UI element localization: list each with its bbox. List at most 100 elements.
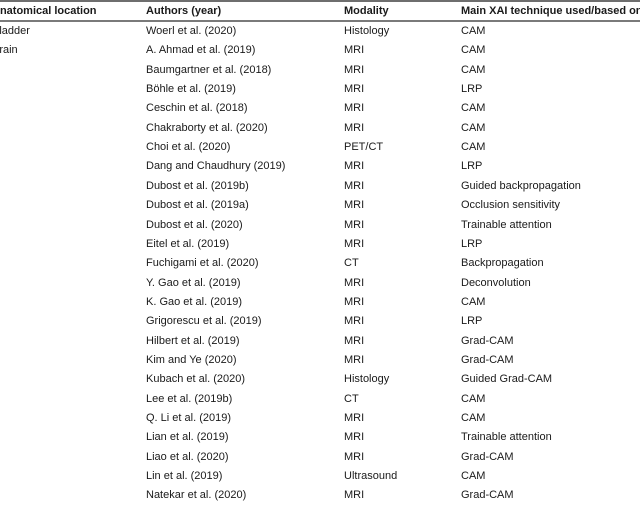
- cell-anatomical-location: Brain: [0, 44, 18, 57]
- cell-authors-year: Chakraborty et al. (2020): [146, 121, 268, 134]
- table-row: Kubach et al. (2020) Histology Guided Grad…: [0, 370, 640, 389]
- cell-authors-year: Ceschin et al. (2018): [146, 102, 248, 115]
- cell-xai-technique: Trainable attention: [461, 431, 552, 444]
- cell-authors-year: K. Gao et al. (2019): [146, 295, 242, 308]
- cell-xai-technique: CAM: [461, 25, 486, 37]
- header-anatomical-location: Anatomical location: [0, 5, 97, 17]
- cell-modality: MRI: [344, 218, 365, 231]
- table-row: K. Gao et al. (2019) MRI CAM: [0, 293, 640, 312]
- table-row: Choi et al. (2020) PET/CT CAM: [0, 138, 640, 157]
- cell-authors-year: Fuchigami et al. (2020): [146, 257, 259, 270]
- cell-authors-year: Baumgartner et al. (2018): [146, 63, 272, 76]
- cell-modality: MRI: [344, 179, 365, 192]
- cell-modality: Histology: [344, 25, 390, 37]
- cell-authors-year: Natekar et al. (2020): [146, 489, 247, 502]
- cell-authors-year: Böhle et al. (2019): [146, 83, 236, 96]
- table-row: Chakraborty et al. (2020) MRI CAM: [0, 119, 640, 138]
- header-modality: Modality: [344, 5, 389, 17]
- cell-xai-technique: Deconvolution: [461, 276, 531, 289]
- cell-authors-year: Y. Gao et al. (2019): [146, 276, 241, 289]
- cell-modality: Ultrasound: [344, 470, 398, 483]
- table-row: Y. Gao et al. (2019) MRI Deconvolution: [0, 274, 640, 293]
- table-row: Bladder Woerl et al. (2020) Histology CAM: [0, 22, 640, 41]
- cell-modality: MRI: [344, 353, 365, 366]
- cell-xai-technique: LRP: [461, 83, 483, 96]
- cell-authors-year: Woerl et al. (2020): [146, 25, 237, 37]
- cell-authors-year: Dubost et al. (2019a): [146, 199, 249, 212]
- cell-xai-technique: CAM: [461, 63, 486, 76]
- cell-xai-technique: Guided backpropagation: [461, 179, 581, 192]
- cell-modality: MRI: [344, 102, 365, 115]
- table-row: Kim and Ye (2020) MRI Grad-CAM: [0, 351, 640, 370]
- cell-xai-technique: CAM: [461, 102, 486, 115]
- cell-modality: MRI: [344, 276, 365, 289]
- table-header-row: Anatomical location Authors (year) Modal…: [0, 2, 640, 21]
- table-row: Baumgartner et al. (2018) MRI CAM: [0, 61, 640, 80]
- cell-xai-technique: Grad-CAM: [461, 353, 514, 366]
- cell-anatomical-location: Bladder: [0, 25, 30, 37]
- table-row: Hilbert et al. (2019) MRI Grad-CAM: [0, 332, 640, 351]
- cell-modality: MRI: [344, 431, 365, 444]
- cell-modality: MRI: [344, 63, 365, 76]
- cell-authors-year: Lian et al. (2019): [146, 431, 229, 444]
- cell-xai-technique: Grad-CAM: [461, 334, 514, 347]
- cell-modality: MRI: [344, 44, 365, 57]
- cell-xai-technique: Trainable attention: [461, 218, 552, 231]
- cell-xai-technique: CAM: [461, 392, 486, 405]
- table-row: Böhle et al. (2019) MRI LRP: [0, 80, 640, 99]
- table-row: Dubost et al. (2019b) MRI Guided backpropa…: [0, 177, 640, 196]
- cell-modality: MRI: [344, 83, 365, 96]
- table-row: Eitel et al. (2019) MRI LRP: [0, 235, 640, 254]
- cell-xai-technique: CAM: [461, 121, 486, 134]
- table-row: Lee et al. (2019b) CT CAM: [0, 390, 640, 409]
- cell-authors-year: Lin et al. (2019): [146, 470, 223, 483]
- cell-modality: MRI: [344, 489, 365, 502]
- table-row: Ceschin et al. (2018) MRI CAM: [0, 99, 640, 118]
- table-row: Liao et al. (2020) MRI Grad-CAM: [0, 448, 640, 467]
- cell-authors-year: Grigorescu et al. (2019): [146, 315, 262, 328]
- cell-modality: MRI: [344, 160, 365, 173]
- cell-modality: MRI: [344, 450, 365, 463]
- cell-modality: CT: [344, 392, 359, 405]
- cell-authors-year: A. Ahmad et al. (2019): [146, 44, 256, 57]
- cell-xai-technique: CAM: [461, 44, 486, 57]
- cell-modality: MRI: [344, 237, 365, 250]
- cell-authors-year: Lee et al. (2019b): [146, 392, 233, 405]
- table-row: Dang and Chaudhury (2019) MRI LRP: [0, 157, 640, 176]
- cell-xai-technique: LRP: [461, 315, 483, 328]
- cell-authors-year: Kim and Ye (2020): [146, 353, 237, 366]
- cell-authors-year: Liao et al. (2020): [146, 450, 229, 463]
- cell-authors-year: Dang and Chaudhury (2019): [146, 160, 286, 173]
- table-row: Dubost et al. (2019a) MRI Occlusion sensit…: [0, 196, 640, 215]
- cell-modality: MRI: [344, 334, 365, 347]
- table-row: Q. Li et al. (2019) MRI CAM: [0, 409, 640, 428]
- cell-xai-technique: CAM: [461, 141, 486, 154]
- cell-modality: Histology: [344, 373, 390, 386]
- cell-xai-technique: Grad-CAM: [461, 450, 514, 463]
- cell-modality: MRI: [344, 412, 365, 424]
- cell-authors-year: Dubost et al. (2019b): [146, 179, 249, 192]
- cell-authors-year: Kubach et al. (2020): [146, 373, 246, 386]
- table-row: Grigorescu et al. (2019) MRI LRP: [0, 312, 640, 331]
- table-row: Natekar et al. (2020) MRI Grad-CAM: [0, 486, 640, 505]
- cell-modality: MRI: [344, 199, 365, 212]
- table-row: Dubost et al. (2020) MRI Trainable attenti…: [0, 216, 640, 235]
- cell-authors-year: Dubost et al. (2020): [146, 218, 243, 231]
- cell-modality: MRI: [344, 121, 365, 134]
- cell-authors-year: Q. Li et al. (2019): [146, 412, 231, 424]
- cell-xai-technique: Grad-CAM: [461, 489, 514, 502]
- table-row: Brain A. Ahmad et al. (2019) MRI CAM: [0, 41, 640, 60]
- cell-modality: PET/CT: [344, 141, 384, 154]
- header-xai-technique: Main XAI technique used/based on: [461, 5, 640, 17]
- cell-xai-technique: Occlusion sensitivity: [461, 199, 561, 212]
- cell-authors-year: Choi et al. (2020): [146, 141, 231, 154]
- cell-xai-technique: Backpropagation: [461, 257, 544, 270]
- cell-modality: MRI: [344, 315, 365, 328]
- cell-xai-technique: CAM: [461, 412, 486, 424]
- cell-authors-year: Hilbert et al. (2019): [146, 334, 240, 347]
- cell-xai-technique: CAM: [461, 470, 486, 483]
- table-row: Fuchigami et al. (2020) CT Backpropagation: [0, 254, 640, 273]
- cell-xai-technique: CAM: [461, 295, 486, 308]
- cell-xai-technique: LRP: [461, 160, 483, 173]
- cell-authors-year: Eitel et al. (2019): [146, 237, 230, 250]
